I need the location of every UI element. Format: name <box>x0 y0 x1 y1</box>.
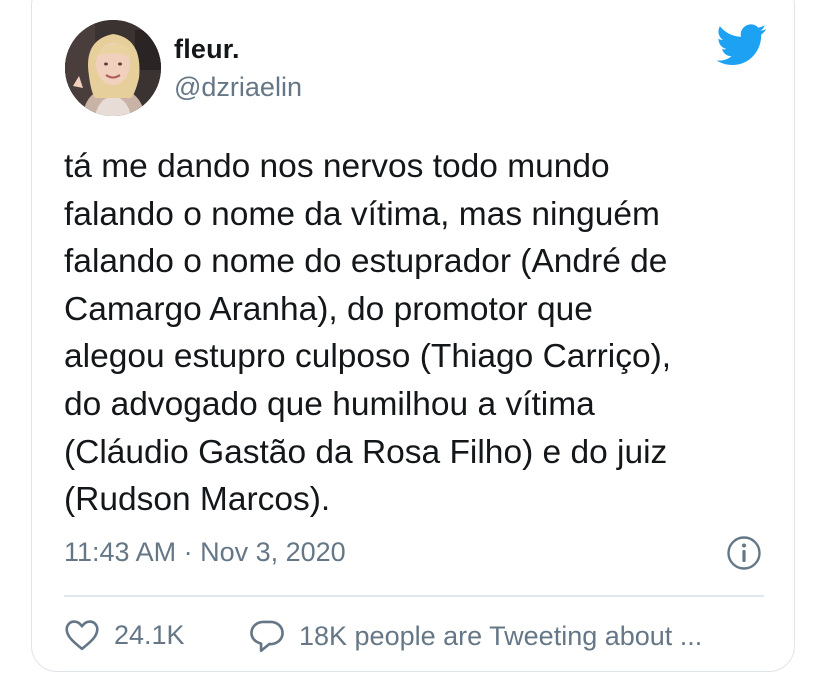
tweet-line: falando o nome do estuprador (André de <box>64 243 668 281</box>
conversation-text: 18K people are Tweeting about ... <box>299 620 703 651</box>
twitter-bird-icon[interactable] <box>717 24 767 66</box>
tweet-timestamp[interactable]: 11:43 AM · Nov 3, 2020 <box>64 537 346 568</box>
tweet-text: tá me dando nos nervos todo mundo faland… <box>64 143 764 524</box>
like-button[interactable]: 24.1K <box>64 619 185 651</box>
conversation-button[interactable]: 18K people are Tweeting about ... <box>249 619 702 653</box>
tweet-line: tá me dando nos nervos todo mundo <box>64 148 610 185</box>
tweet-line: (Rudson Marcos). <box>64 481 331 519</box>
tweet-line: falando o nome da vítima, mas ninguém <box>64 195 660 233</box>
tweet-line: (Cláudio Gastão da Rosa Filho) e do juiz <box>64 433 668 471</box>
divider <box>64 595 764 597</box>
user-handle[interactable]: @dzriaelin <box>174 72 302 103</box>
avatar[interactable] <box>65 20 161 116</box>
tweet-line: do advogado que humilhou a vítima <box>64 385 595 423</box>
tweet-line: alegou estupro culposo (Thiago Carriço), <box>64 338 672 376</box>
heart-icon <box>65 620 99 651</box>
tweet-line: Camargo Aranha), do promotor que <box>64 290 593 328</box>
like-count: 24.1K <box>114 619 185 650</box>
speech-bubble-icon <box>250 620 284 653</box>
avatar-photo <box>65 20 161 116</box>
info-icon[interactable] <box>726 535 762 571</box>
display-name[interactable]: fleur. <box>174 34 240 65</box>
